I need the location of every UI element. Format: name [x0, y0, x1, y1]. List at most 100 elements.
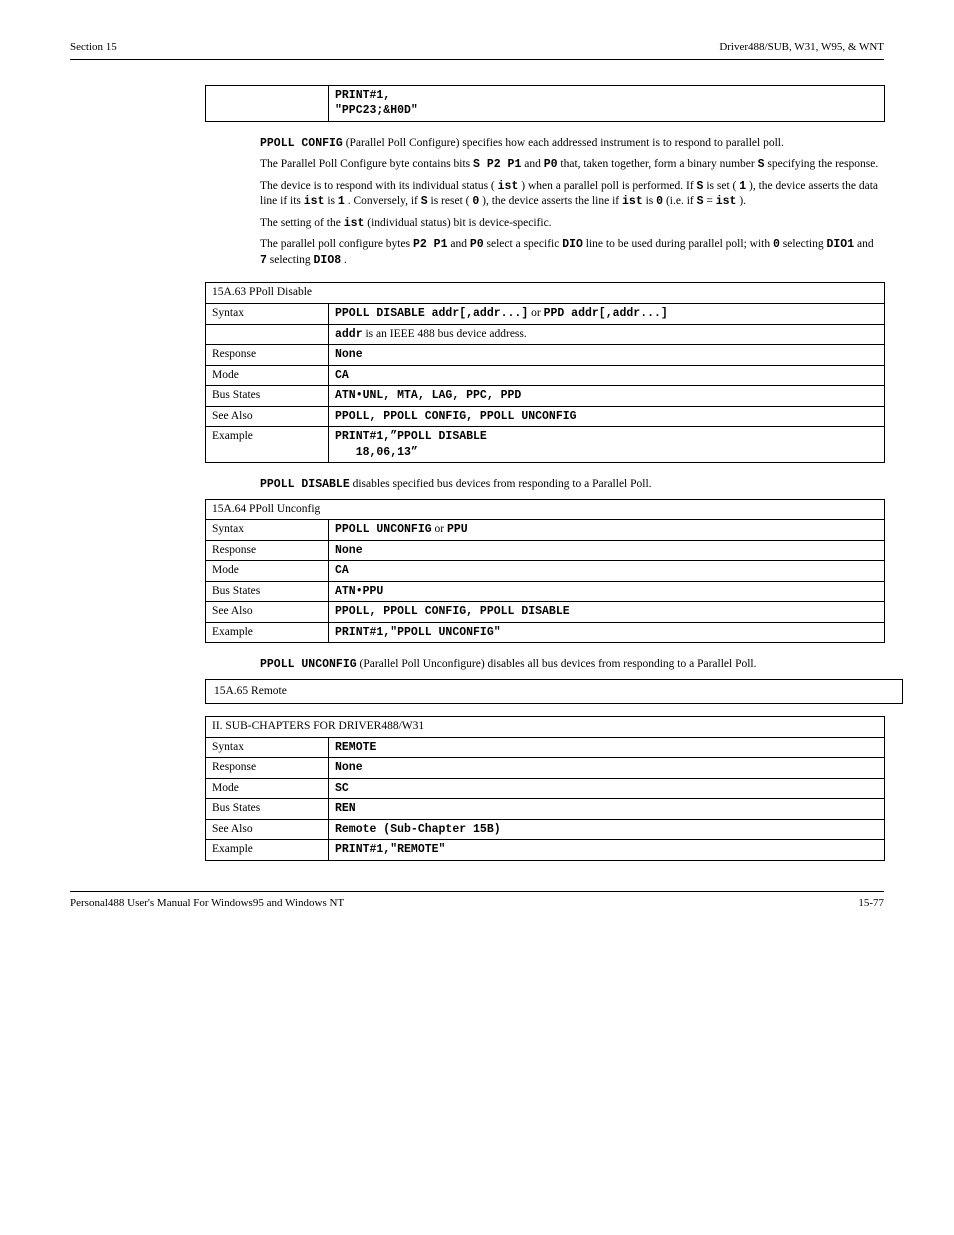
- row-value: REN: [329, 799, 885, 820]
- pc-p2p1: P2 P1: [413, 238, 448, 251]
- row-label: Response: [206, 540, 329, 561]
- header-rule: [70, 59, 884, 60]
- row-value: REMOTE: [329, 737, 885, 758]
- intro-label: [206, 85, 329, 121]
- pc-ist3: ist: [622, 195, 643, 208]
- pc-p4-d: selecting: [783, 238, 827, 250]
- row-label: Response: [206, 758, 329, 779]
- ppd-desc-kw: PPOLL DISABLE: [260, 478, 350, 491]
- pc-p2-e: is: [327, 195, 338, 207]
- pc-ist2: ist: [304, 195, 325, 208]
- intro-code-line1: PRINT#1,: [335, 88, 878, 104]
- pc-p2-c: is set (: [706, 180, 736, 192]
- pc-sp2p1: S P2 P1: [473, 158, 521, 171]
- row-label: Syntax: [206, 737, 329, 758]
- ppoll-disable-table: 15A.63 PPoll Disable SyntaxPPOLL DISABLE…: [205, 282, 885, 463]
- pc-s2: S: [697, 180, 704, 193]
- ppoll-config-text: PPOLL CONFIG (Parallel Poll Configure) s…: [260, 136, 880, 269]
- row-value: Remote (Sub-Chapter 15B): [329, 819, 885, 840]
- intro-code-line2: "PPC23;&H0D": [335, 103, 878, 119]
- row-label: Bus States: [206, 799, 329, 820]
- pc-ist4: ist: [716, 195, 737, 208]
- row-label: See Also: [206, 819, 329, 840]
- remote-table-title: II. SUB-CHAPTERS FOR DRIVER488/W31: [206, 717, 885, 738]
- footer-rule: [70, 891, 884, 892]
- row-value: PPOLL DISABLE addr[,addr...] or PPD addr…: [329, 304, 885, 325]
- pc-p4-e: and: [857, 238, 874, 250]
- footer-right: 15-77: [858, 896, 884, 911]
- row-label: See Also: [206, 602, 329, 623]
- row-value: CA: [329, 561, 885, 582]
- row-value: SC: [329, 778, 885, 799]
- pc-p4-b: select a specific: [487, 238, 563, 250]
- pc-seven: 7: [260, 254, 267, 267]
- row-label: Syntax: [206, 520, 329, 541]
- pc-dio1: DIO1: [826, 238, 854, 251]
- pc-p4-c: line to be used during parallel poll; wi…: [586, 238, 773, 250]
- row-label: Example: [206, 622, 329, 643]
- pc-one1: 1: [739, 180, 746, 193]
- pc-p0b: P0: [470, 238, 484, 251]
- pc-s4: S: [697, 195, 704, 208]
- pc-ist5: ist: [344, 217, 365, 230]
- row-value: addr is an IEEE 488 bus device address.: [329, 324, 885, 345]
- footer-left: Personal488 User's Manual For Windows95 …: [70, 896, 344, 911]
- row-label: Bus States: [206, 581, 329, 602]
- row-label: Response: [206, 345, 329, 366]
- pc-zero2: 0: [656, 195, 663, 208]
- row-value: PPOLL, PPOLL CONFIG, PPOLL DISABLE: [329, 602, 885, 623]
- pc-s3: S: [421, 195, 428, 208]
- pc-p1-b: that, taken together, form a binary numb…: [560, 158, 757, 170]
- ppoll-unconfig-title: 15A.64 PPoll Unconfig: [206, 499, 885, 520]
- remote-table: II. SUB-CHAPTERS FOR DRIVER488/W31 Synta…: [205, 716, 885, 861]
- ppoll-unconfig-desc: PPOLL UNCONFIG (Parallel Poll Unconfigur…: [260, 657, 880, 673]
- pc-zero3: 0: [773, 238, 780, 251]
- row-value: CA: [329, 365, 885, 386]
- pc-p2-j: (i.e. if: [666, 195, 697, 207]
- ppd-desc-rest: disables specified bus devices from resp…: [353, 478, 652, 490]
- ppoll-disable-desc: PPOLL DISABLE disables specified bus dev…: [260, 477, 880, 493]
- remote-title: 15A.65 Remote: [214, 685, 287, 697]
- row-label: Mode: [206, 561, 329, 582]
- ppoll-config-lead-rest: (Parallel Poll Configure) specifies how …: [346, 137, 784, 149]
- ppu-desc-kw: PPOLL UNCONFIG: [260, 658, 357, 671]
- pc-p1-a: The Parallel Poll Configure byte contain…: [260, 158, 473, 170]
- pc-p3-b: (individual status) bit is device-specif…: [367, 217, 551, 229]
- pc-p2-b: ) when a parallel poll is performed. If: [521, 180, 696, 192]
- pc-p4-g: .: [344, 254, 347, 266]
- header-right: Driver488/SUB, W31, W95, & WNT: [719, 40, 884, 55]
- pc-ist1: ist: [498, 180, 519, 193]
- row-label: Mode: [206, 365, 329, 386]
- row-value: None: [329, 345, 885, 366]
- ppoll-unconfig-table: 15A.64 PPoll Unconfig SyntaxPPOLL UNCONF…: [205, 499, 885, 644]
- row-value: ATN•PPU: [329, 581, 885, 602]
- pc-p2-l: ).: [739, 195, 746, 207]
- intro-code-cell: PRINT#1, "PPC23;&H0D": [329, 85, 885, 121]
- row-value: PPOLL, PPOLL CONFIG, PPOLL UNCONFIG: [329, 406, 885, 427]
- row-value: PRINT#1,"REMOTE": [329, 840, 885, 861]
- row-label: Mode: [206, 778, 329, 799]
- row-label: See Also: [206, 406, 329, 427]
- pc-dio: DIO: [562, 238, 583, 251]
- row-value: PRINT#1,"PPOLL UNCONFIG": [329, 622, 885, 643]
- pc-p2-i: is: [646, 195, 657, 207]
- pc-p2-a: The device is to respond with its indivi…: [260, 180, 495, 192]
- row-label: Bus States: [206, 386, 329, 407]
- pc-p4-f: selecting: [270, 254, 314, 266]
- pc-p0: P0: [544, 158, 558, 171]
- pc-p2-g: is reset (: [431, 195, 470, 207]
- row-label: Example: [206, 840, 329, 861]
- row-label: [206, 324, 329, 345]
- header-left: Section 15: [70, 40, 117, 55]
- pc-zero1: 0: [472, 195, 479, 208]
- row-value: PPOLL UNCONFIG or PPU: [329, 520, 885, 541]
- pc-p2-h: ), the device asserts the line if: [482, 195, 622, 207]
- pc-p4-a: The parallel poll configure bytes: [260, 238, 413, 250]
- pc-p1-c: specifying the response.: [767, 158, 878, 170]
- row-value: PRINT#1,”PPOLL DISABLE 18,06,13”: [329, 427, 885, 463]
- pc-one2: 1: [338, 195, 345, 208]
- pc-dio8: DIO8: [314, 254, 342, 267]
- pc-p2-f: . Conversely, if: [348, 195, 421, 207]
- row-label: Syntax: [206, 304, 329, 325]
- row-value: ATN•UNL, MTA, LAG, PPC, PPD: [329, 386, 885, 407]
